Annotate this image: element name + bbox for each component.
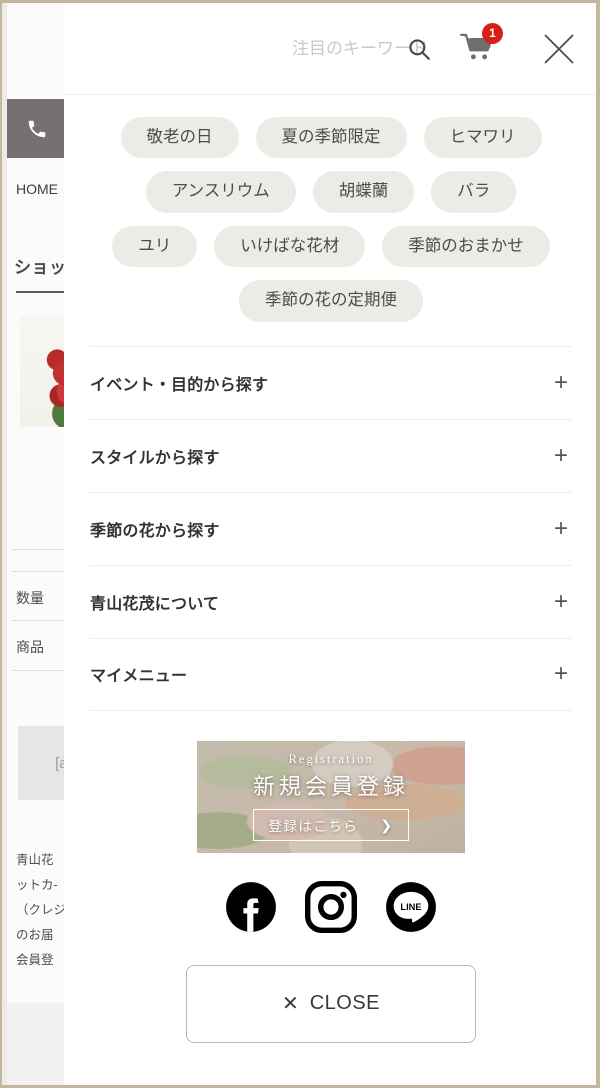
line-icon: LINE — [385, 881, 437, 936]
search-icon[interactable] — [406, 36, 432, 62]
close-x-icon[interactable] — [536, 26, 582, 72]
tag-pill[interactable]: 夏の季節限定 — [255, 117, 407, 159]
plus-icon[interactable]: + — [554, 516, 572, 541]
product-label: 商品 — [16, 639, 44, 655]
close-button-label: CLOSE — [309, 992, 381, 1015]
accordion-item-mymenu[interactable]: マイメニュー + — [90, 637, 572, 711]
facebook-icon — [225, 881, 277, 936]
accordion-item-about[interactable]: 青山花茂について + — [90, 564, 572, 638]
overlay-header: 1 — [64, 3, 596, 95]
banner-content: Registration 新規会員登録 登録はこちら ❯ — [197, 741, 465, 853]
cart-button[interactable]: 1 — [456, 22, 503, 69]
page-title: ショッ — [14, 258, 67, 277]
tag-pill[interactable]: いけばな花材 — [214, 225, 366, 268]
tag-row: 季節の花の定期便 — [90, 280, 572, 322]
overlay-body: 敬老の日 夏の季節限定 ヒマワリ アンスリウム 胡蝶蘭 バラ ユリ いけばな花材… — [64, 95, 596, 1043]
accordion-label: 季節の花から探す — [90, 522, 220, 540]
tag-row: ユリ いけばな花材 季節のおまかせ — [90, 225, 572, 268]
plus-icon[interactable]: + — [554, 662, 572, 686]
footer-block — [7, 1003, 66, 1085]
accordion-label: スタイルから探す — [90, 449, 220, 467]
accordion-menu: イベント・目的から探す + スタイルから探す + 季節の花から探す + 青山花茂… — [90, 345, 572, 711]
menu-overlay-panel: 1 敬老の日 夏の季節限定 ヒマワリ アンスリウム 胡蝶蘭 — [64, 3, 596, 1085]
social-links: LINE — [90, 881, 572, 936]
tag-row: 敬老の日 夏の季節限定 ヒマワリ — [90, 117, 572, 159]
accordion-item-events[interactable]: イベント・目的から探す + — [90, 345, 572, 419]
tag-pill[interactable]: ヒマワリ — [423, 117, 542, 159]
instagram-link[interactable] — [305, 881, 357, 936]
facebook-link[interactable] — [225, 881, 277, 936]
tag-pill[interactable]: 胡蝶蘭 — [312, 171, 415, 213]
search-input[interactable] — [260, 38, 428, 59]
registration-banner[interactable]: Registration 新規会員登録 登録はこちら ❯ — [197, 740, 465, 853]
banner-cta-button[interactable]: 登録はこちら ❯ — [253, 809, 409, 842]
cart-badge: 1 — [482, 22, 503, 44]
banner-title: 新規会員登録 — [252, 774, 409, 800]
tag-row: アンスリウム 胡蝶蘭 バラ — [90, 171, 572, 213]
plus-icon[interactable]: + — [554, 589, 572, 614]
line-link[interactable]: LINE — [385, 881, 437, 936]
phone-icon[interactable] — [7, 99, 66, 158]
close-button[interactable]: ✕ CLOSE — [186, 964, 476, 1043]
accordion-label: 青山花茂について — [90, 595, 220, 613]
banner-cta-label: 登録はこちら — [268, 819, 359, 835]
tag-pill[interactable]: アンスリウム — [145, 171, 296, 213]
plus-icon[interactable]: + — [554, 443, 572, 468]
chevron-right-icon: ❯ — [380, 816, 394, 833]
banner-eyebrow: Registration — [288, 752, 374, 767]
browser-page: HOME ショッ 数量 商品 [ad 青山花 ットカ- （クレジ のお届 会員登 — [0, 0, 600, 1088]
accordion-item-style[interactable]: スタイルから探す + — [90, 418, 572, 492]
tag-pill[interactable]: 敬老の日 — [120, 117, 239, 159]
tag-pill[interactable]: ユリ — [112, 225, 198, 268]
accordion-label: マイメニュー — [90, 668, 188, 686]
breadcrumb[interactable]: HOME — [16, 181, 58, 197]
plus-icon[interactable]: + — [554, 370, 572, 395]
keyword-tag-list: 敬老の日 夏の季節限定 ヒマワリ アンスリウム 胡蝶蘭 バラ ユリ いけばな花材… — [90, 95, 572, 322]
tag-pill[interactable]: 季節の花の定期便 — [239, 280, 423, 322]
accordion-item-seasonal[interactable]: 季節の花から探す + — [90, 491, 572, 565]
search-field[interactable] — [260, 38, 430, 60]
svg-text:LINE: LINE — [400, 902, 421, 912]
close-button-wrapper: ✕ CLOSE — [90, 964, 572, 1043]
tag-pill[interactable]: バラ — [431, 171, 517, 213]
page-left-gutter — [2, 3, 7, 1085]
close-icon: ✕ — [281, 992, 299, 1015]
accordion-label: イベント・目的から探す — [90, 376, 269, 394]
quantity-label: 数量 — [16, 590, 44, 606]
instagram-icon — [305, 881, 357, 936]
tag-pill[interactable]: 季節のおまかせ — [382, 225, 550, 268]
